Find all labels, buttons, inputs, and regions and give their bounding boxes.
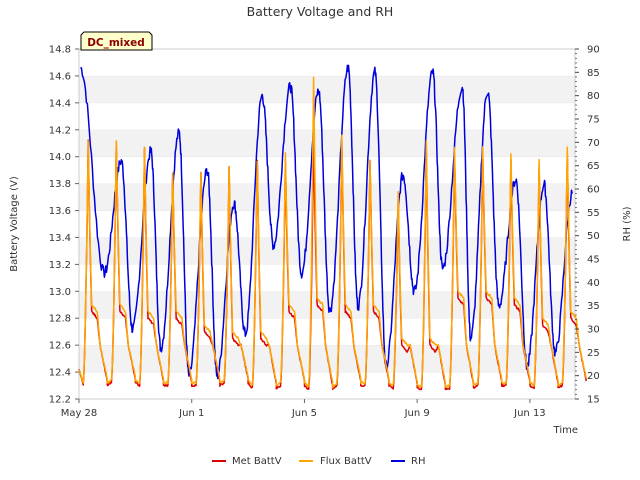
y-tick-label: 13.0 <box>49 287 71 298</box>
legend-label-met: Met BattV <box>232 456 282 467</box>
y2-tick-label: 75 <box>587 115 600 126</box>
y2-tick-label: 55 <box>587 208 600 219</box>
badge-label: DC_mixed <box>87 37 145 49</box>
y2-tick-label: 70 <box>587 138 600 149</box>
chart-title: Battery Voltage and RH <box>247 4 394 19</box>
grid-band <box>79 102 575 130</box>
x-tick-label: Jun 9 <box>404 408 430 419</box>
y2-tick-label: 30 <box>587 325 600 336</box>
x-tick-label: Jun 13 <box>513 408 546 419</box>
badge: DC_mixed <box>80 31 153 51</box>
y2-tick-label: 40 <box>587 278 600 289</box>
x-axis-title: Time <box>553 425 578 436</box>
y2-tick-label: 45 <box>587 255 600 266</box>
y-tick-label: 13.4 <box>49 233 71 244</box>
y2-tick-label: 15 <box>587 395 600 406</box>
y-tick-label: 14.8 <box>49 45 71 56</box>
y2-tick-label: 50 <box>587 231 600 242</box>
y-tick-label: 13.2 <box>49 260 71 271</box>
y2-tick-label: 85 <box>587 68 600 79</box>
y-tick-label: 12.6 <box>49 341 71 352</box>
x-tick-label: May 28 <box>61 408 98 419</box>
grid-band <box>79 210 575 238</box>
grid-band <box>79 237 575 265</box>
y2-axis-title: RH (%) <box>622 206 633 241</box>
y2-tick-label: 90 <box>587 45 600 56</box>
y2-tick-label: 60 <box>587 185 600 196</box>
grid-bands <box>79 48 575 399</box>
chart: Battery Voltage and RH 12.2 12.4 12.6 12.8 1… <box>0 0 640 480</box>
x-tick-label: Jun 5 <box>291 408 317 419</box>
y-tick-label: 14.4 <box>49 98 71 109</box>
y-tick-label: 14.2 <box>49 125 71 136</box>
y2-tick-label: 80 <box>587 91 600 102</box>
y-tick-label: 12.4 <box>49 368 71 379</box>
y-tick-label: 14.0 <box>49 152 71 163</box>
grid-band <box>79 129 575 157</box>
y2-tick-label: 65 <box>587 161 600 172</box>
y2-tick-label: 35 <box>587 301 600 312</box>
y-tick-label: 13.8 <box>49 179 71 190</box>
y-tick-label: 14.6 <box>49 71 71 82</box>
grid-band <box>79 75 575 103</box>
grid-band <box>79 49 575 76</box>
y2-tick-label: 20 <box>587 371 600 382</box>
legend-label-flux: Flux BattV <box>320 456 372 467</box>
y-tick-label: 12.8 <box>49 314 71 325</box>
y2-tick-label: 25 <box>587 348 600 359</box>
y-axis-title: Battery Voltage (V) <box>9 176 20 272</box>
legend-label-rh: RH <box>411 456 425 467</box>
x-tick-label: Jun 1 <box>178 408 204 419</box>
y-tick-label: 12.2 <box>49 395 71 406</box>
y-tick-label: 13.6 <box>49 206 71 217</box>
